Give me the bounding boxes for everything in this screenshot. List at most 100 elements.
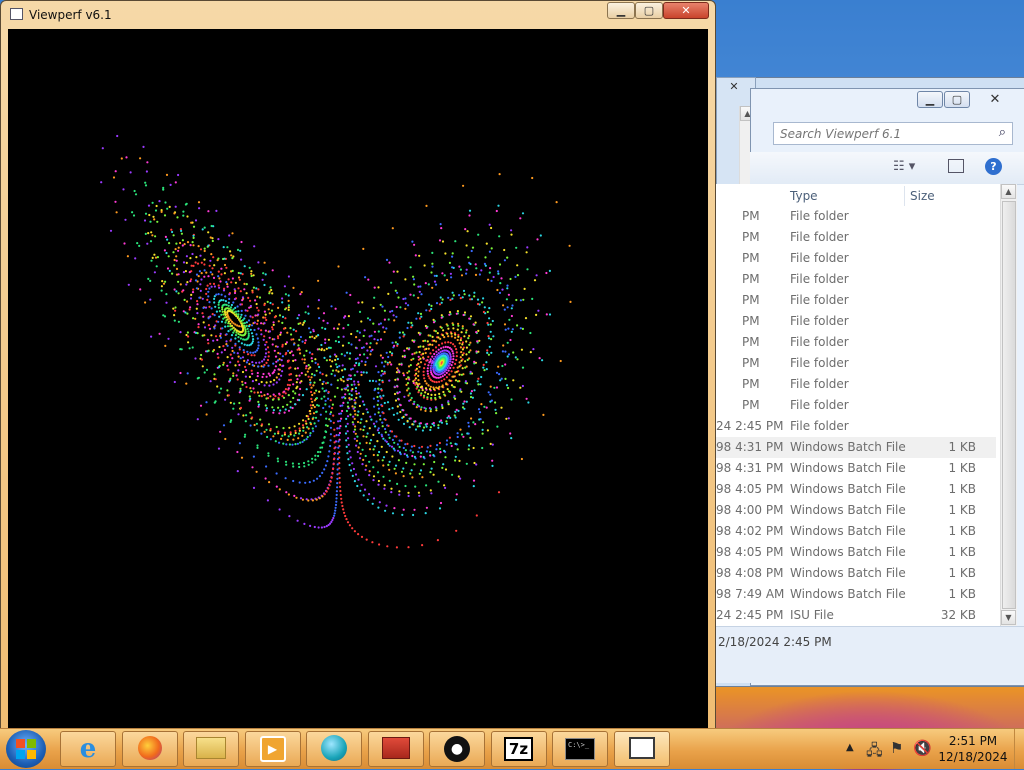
minimize-button[interactable]: ▁	[607, 2, 635, 19]
row-date: 98 4:02 PM	[716, 524, 784, 538]
preview-pane-icon[interactable]	[948, 159, 964, 173]
table-row[interactable]: 98 4:08 PM Windows Batch File 1 KB	[716, 563, 996, 584]
row-type: File folder	[790, 314, 849, 328]
table-row[interactable]: PM File folder	[716, 374, 996, 395]
network-icon[interactable]: 🖧	[866, 740, 883, 765]
taskbar-internet-explorer-button[interactable]: e	[60, 731, 116, 767]
table-row[interactable]: 98 4:31 PM Windows Batch File 1 KB	[716, 437, 996, 458]
render-viewport[interactable]	[8, 29, 708, 729]
table-row[interactable]: 98 4:02 PM Windows Batch File 1 KB	[716, 521, 996, 542]
row-date: PM	[742, 314, 760, 328]
taskbar: e ▶ ● 7z C:\>_ ▲ 🖧 ⚑ 🔇 2:51 PM 12/18/2024	[0, 728, 1024, 769]
media-app-icon	[321, 734, 347, 764]
maximize-button[interactable]: ▢	[635, 2, 663, 19]
table-row[interactable]: 98 4:05 PM Windows Batch File 1 KB	[716, 542, 996, 563]
row-type: File folder	[790, 398, 849, 412]
taskbar-7zip-button[interactable]: 7z	[490, 731, 547, 767]
details-date: 2/18/2024 2:45 PM	[718, 635, 832, 649]
row-type: Windows Batch File	[790, 566, 906, 580]
taskbar-media-app-button[interactable]	[306, 731, 362, 767]
toolbox-icon	[381, 736, 410, 762]
help-icon[interactable]: ?	[985, 158, 1002, 175]
column-header-type[interactable]: Type	[790, 184, 818, 208]
row-type: File folder	[790, 356, 849, 370]
details-pane: 2/18/2024 2:45 PM	[716, 626, 1024, 683]
table-row[interactable]: PM File folder	[716, 290, 996, 311]
app-icon	[10, 8, 23, 20]
maximize-button[interactable]: ▢	[944, 91, 970, 108]
row-date: 98 4:31 PM	[716, 440, 784, 454]
row-type: Windows Batch File	[790, 524, 906, 538]
row-date: PM	[742, 398, 760, 412]
table-row[interactable]: 98 4:05 PM Windows Batch File 1 KB	[716, 479, 996, 500]
row-date: PM	[742, 251, 760, 265]
row-type: File folder	[790, 419, 849, 433]
row-date: PM	[742, 209, 760, 223]
table-row[interactable]: PM File folder	[716, 395, 996, 416]
minimize-button[interactable]: ▁	[917, 91, 943, 108]
row-date: PM	[742, 272, 760, 286]
row-type: Windows Batch File	[790, 587, 906, 601]
show-desktop-button[interactable]	[1014, 729, 1024, 769]
table-row[interactable]: PM File folder	[716, 269, 996, 290]
table-row[interactable]: 24 2:45 PM File folder	[716, 416, 996, 437]
scroll-thumb[interactable]	[1002, 201, 1016, 609]
explorer-toolbar: ☷ ▾ ?	[750, 152, 1024, 185]
clock-time: 2:51 PM	[948, 734, 998, 748]
row-type: File folder	[790, 377, 849, 391]
taskbar-command-prompt-button[interactable]: C:\>_	[552, 731, 608, 767]
back-window-close-button[interactable]: ✕	[717, 78, 751, 95]
taskbar-firefox-button[interactable]	[121, 731, 178, 767]
taskbar-toolbox-button[interactable]	[367, 731, 424, 767]
taskbar-file-explorer-button[interactable]	[183, 731, 239, 767]
close-button[interactable]: ✕	[973, 91, 1017, 108]
table-row[interactable]: PM File folder	[716, 332, 996, 353]
view-options-icon[interactable]: ☷ ▾	[893, 159, 915, 174]
table-row[interactable]: PM File folder	[716, 248, 996, 269]
file-list: Type Size PM File folder PM File folder PM Fi…	[716, 184, 1000, 626]
search-input[interactable]	[774, 123, 984, 144]
row-type: File folder	[790, 293, 849, 307]
close-button[interactable]: ✕	[663, 2, 709, 19]
row-type: File folder	[790, 251, 849, 265]
row-type: Windows Batch File	[790, 482, 906, 496]
action-center-flag-icon[interactable]: ⚑	[890, 739, 903, 757]
search-box[interactable]: ⌕	[773, 122, 1013, 145]
table-row[interactable]: PM File folder	[716, 353, 996, 374]
row-size: 1 KB	[948, 461, 976, 475]
row-date: 24 2:45 PM	[716, 419, 784, 433]
file-list-scrollbar[interactable]: ▲ ▼	[1000, 184, 1017, 626]
row-size: 1 KB	[948, 587, 976, 601]
taskbar-github-button[interactable]: ●	[429, 731, 485, 767]
file-explorer-icon	[196, 736, 226, 762]
clock[interactable]: 2:51 PM 12/18/2024	[936, 733, 1010, 765]
github-icon: ●	[444, 736, 470, 762]
table-row[interactable]: 24 2:45 PM ISU File 32 KB	[716, 605, 996, 626]
search-icon[interactable]: ⌕	[999, 125, 1006, 140]
table-row[interactable]: 98 4:31 PM Windows Batch File 1 KB	[716, 458, 996, 479]
taskbar-media-player-button[interactable]: ▶	[244, 731, 301, 767]
scroll-up-button[interactable]: ▲	[1001, 184, 1016, 199]
column-header-size[interactable]: Size	[910, 184, 935, 208]
firefox-icon	[137, 735, 162, 763]
row-type: Windows Batch File	[790, 440, 906, 454]
row-date: 98 4:08 PM	[716, 566, 784, 580]
table-row[interactable]: 98 4:00 PM Windows Batch File 1 KB	[716, 500, 996, 521]
table-row[interactable]: PM File folder	[716, 206, 996, 227]
show-hidden-icons-button[interactable]: ▲	[846, 742, 854, 753]
row-size: 32 KB	[940, 608, 976, 622]
scroll-down-button[interactable]: ▼	[1001, 610, 1016, 625]
system-tray: ▲ 🖧 ⚑ 🔇 2:51 PM 12/18/2024	[840, 729, 1024, 769]
start-button[interactable]	[6, 730, 46, 768]
row-date: 24 2:45 PM	[716, 608, 784, 622]
volume-muted-icon[interactable]: 🔇	[913, 739, 932, 757]
row-size: 1 KB	[948, 440, 976, 454]
row-type: File folder	[790, 209, 849, 223]
column-divider	[904, 186, 905, 206]
lorenz-attractor-render	[100, 134, 572, 549]
table-row[interactable]: 98 7:49 AM Windows Batch File 1 KB	[716, 584, 996, 605]
table-row[interactable]: PM File folder	[716, 227, 996, 248]
row-size: 1 KB	[948, 503, 976, 517]
taskbar-viewperf-button[interactable]	[613, 731, 670, 767]
table-row[interactable]: PM File folder	[716, 311, 996, 332]
